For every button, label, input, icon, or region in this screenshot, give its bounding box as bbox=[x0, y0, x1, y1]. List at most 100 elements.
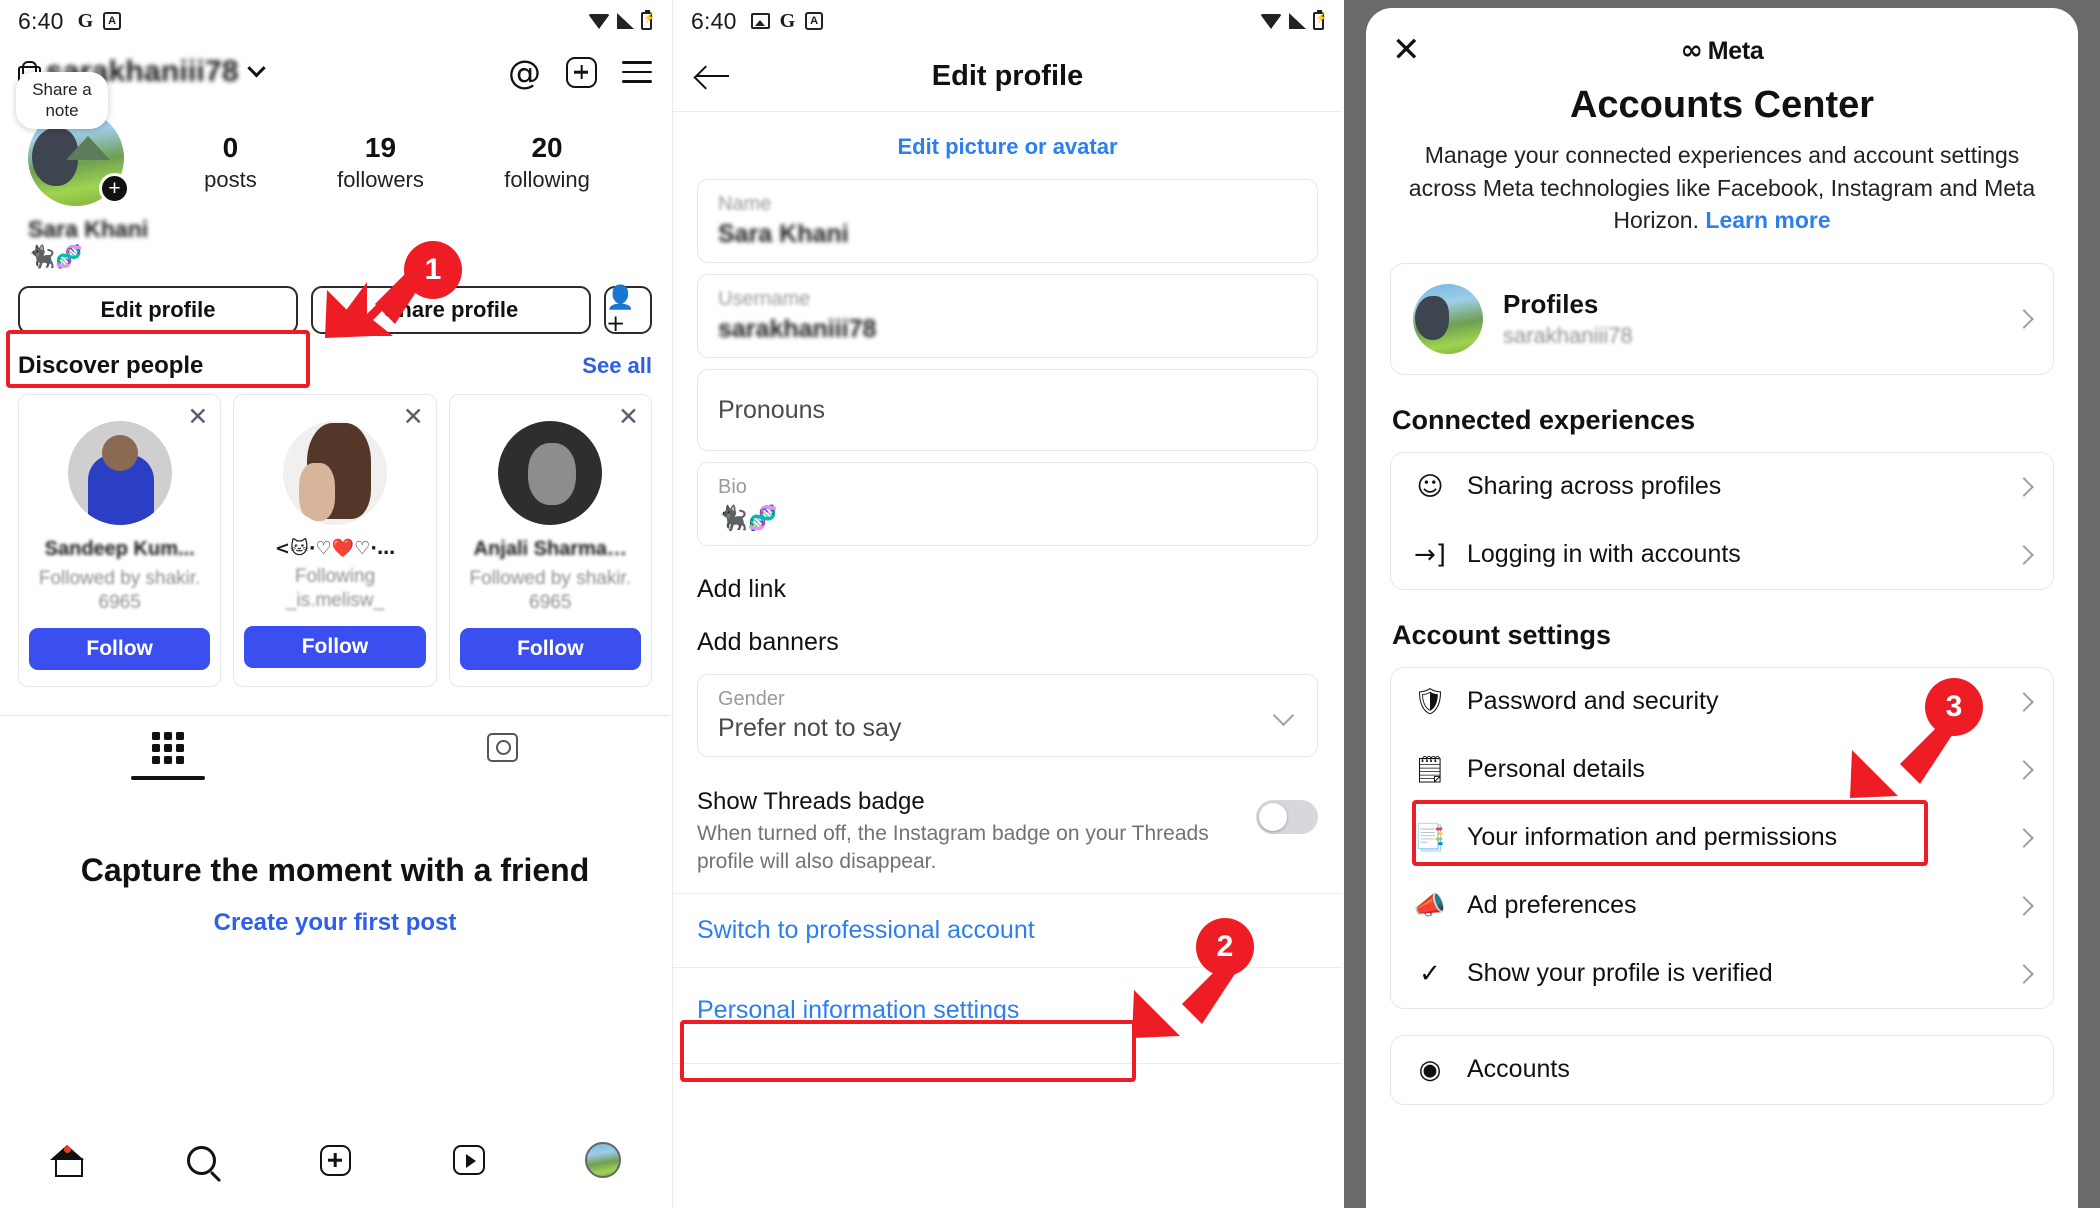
profile-stats: 0 posts 19 followers 20 following bbox=[128, 110, 652, 193]
profiles-card[interactable]: Profiles sarakhaniii78 bbox=[1390, 262, 2054, 375]
suggestion-name: <🐱·♡❤️♡·… bbox=[274, 538, 396, 559]
follow-button[interactable]: Follow bbox=[29, 627, 211, 670]
edit-profile-button[interactable]: Edit profile bbox=[18, 286, 298, 334]
empty-state: Capture the moment with a friend Create … bbox=[0, 780, 670, 937]
profile-avatar bbox=[585, 1142, 621, 1178]
add-banners-row[interactable]: Add banners bbox=[673, 610, 1342, 663]
list-item-ad-preferences[interactable]: 📣 Ad preferences bbox=[1391, 872, 2053, 940]
posts-label: posts bbox=[204, 167, 257, 192]
signal-icon bbox=[1289, 13, 1306, 29]
wifi-icon bbox=[1260, 13, 1282, 29]
add-story-icon[interactable]: + bbox=[99, 173, 130, 204]
chevron-down-icon[interactable] bbox=[1272, 704, 1295, 727]
list-item-label: Sharing across profiles bbox=[1467, 472, 1722, 501]
gender-field[interactable]: Gender Prefer not to say bbox=[697, 674, 1318, 757]
share-note-bubble[interactable]: Share a note bbox=[16, 72, 108, 130]
list-item-sharing-across-profiles[interactable]: ☺ Sharing across profiles bbox=[1391, 453, 2053, 521]
bio-field[interactable]: Bio 🐈‍⬛🧬 bbox=[697, 462, 1318, 546]
nav-reels[interactable] bbox=[402, 1145, 536, 1175]
instagram-profile-screen: 6:40 G A sarakhaniii78 @ bbox=[0, 0, 670, 1208]
document-lock-icon: 📑 bbox=[1413, 822, 1447, 853]
stat-following[interactable]: 20 following bbox=[504, 132, 590, 193]
learn-more-link[interactable]: Learn more bbox=[1705, 207, 1830, 233]
nav-profile[interactable] bbox=[536, 1142, 670, 1178]
verified-check-icon: ✓ bbox=[1419, 958, 1441, 989]
suggestion-subtitle: Followed by shakir. 6965 bbox=[38, 568, 201, 613]
list-item-show-your-profile-is-verified[interactable]: ✓ Show your profile is verified bbox=[1391, 940, 2053, 1008]
person-share-icon: ☺ bbox=[1416, 471, 1444, 502]
profiles-row[interactable]: Profiles sarakhaniii78 bbox=[1391, 264, 2053, 374]
nav-create[interactable] bbox=[268, 1144, 402, 1176]
grid-icon bbox=[151, 731, 184, 764]
meta-infinity-icon: ∞ bbox=[1680, 34, 1704, 66]
person-add-icon: 👤+ bbox=[606, 284, 635, 337]
toggle-knob bbox=[1259, 803, 1287, 831]
threads-badge-toggle[interactable] bbox=[1256, 800, 1318, 834]
close-icon[interactable]: ✕ bbox=[187, 405, 208, 430]
connected-experiences-list: ☺ Sharing across profiles →] Logging in … bbox=[1390, 451, 2054, 590]
page-title: Accounts Center bbox=[1569, 84, 1875, 126]
list-item[interactable]: ✕ Sandeep Kum... Followed by shakir. 696… bbox=[18, 394, 222, 687]
google-icon: G bbox=[779, 9, 796, 32]
tab-grid[interactable] bbox=[0, 716, 335, 780]
username-field[interactable]: Username sarakhaniii78 bbox=[697, 274, 1318, 358]
create-icon[interactable] bbox=[566, 56, 597, 88]
meta-brand: ∞ Meta bbox=[1366, 35, 2078, 66]
edit-picture-link[interactable]: Edit picture or avatar bbox=[673, 112, 1342, 168]
nav-search[interactable] bbox=[134, 1145, 268, 1175]
connected-experiences-heading: Connected experiences bbox=[1392, 404, 1696, 435]
threads-badge-row[interactable]: Show Threads badge When turned off, the … bbox=[673, 768, 1342, 893]
discover-see-all-link[interactable]: See all bbox=[582, 353, 652, 379]
google-icon: G bbox=[77, 9, 94, 32]
name-field[interactable]: Name Sara Khani bbox=[697, 179, 1318, 263]
signal-icon bbox=[617, 13, 634, 29]
list-item[interactable]: ✕ Anjali Sharma… Followed by shakir. 696… bbox=[448, 394, 652, 687]
avatar-wrapper: Share a note + bbox=[16, 72, 130, 206]
chevron-down-icon[interactable] bbox=[247, 58, 266, 77]
chevron-right-icon bbox=[2014, 896, 2034, 916]
close-icon[interactable]: ✕ bbox=[403, 405, 424, 430]
chevron-right-icon bbox=[2014, 692, 2034, 712]
edit-profile-header: Edit profile bbox=[673, 42, 1342, 112]
status-left-icons: G A bbox=[750, 9, 824, 33]
megaphone-icon: 📣 bbox=[1413, 890, 1447, 921]
step-badge-2: 2 bbox=[1196, 918, 1254, 976]
followers-count: 19 bbox=[364, 132, 397, 163]
create-first-post-link[interactable]: Create your first post bbox=[0, 909, 670, 937]
discover-people-title: Discover people bbox=[18, 352, 204, 379]
menu-icon[interactable] bbox=[622, 60, 652, 84]
discover-people-cards: ✕ Sandeep Kum... Followed by shakir. 696… bbox=[0, 380, 670, 687]
list-item[interactable]: ✕ <🐱·♡❤️♡·… Following _is.melisw_ Follow bbox=[233, 394, 437, 687]
sheet-header: ✕ ∞ Meta bbox=[1366, 8, 2078, 70]
threads-icon[interactable]: @ bbox=[508, 56, 541, 89]
bio-field-label: Bio bbox=[718, 476, 747, 498]
follow-button[interactable]: Follow bbox=[244, 625, 426, 668]
add-link-row[interactable]: Add link bbox=[673, 557, 1342, 610]
nav-home[interactable] bbox=[0, 1145, 134, 1177]
close-icon[interactable]: ✕ bbox=[618, 405, 639, 430]
following-count: 20 bbox=[531, 132, 563, 163]
profile-display-name: Sara Khani bbox=[28, 216, 149, 242]
avatar bbox=[498, 421, 603, 525]
battery-icon bbox=[641, 10, 655, 30]
stat-posts[interactable]: 0 posts bbox=[204, 132, 257, 193]
list-item-logging-in-with-accounts[interactable]: →] Logging in with accounts bbox=[1391, 521, 2053, 589]
list-item-accounts[interactable]: ◉ Accounts bbox=[1391, 1036, 2053, 1104]
tab-tagged[interactable] bbox=[335, 716, 670, 780]
suggestion-name: Sandeep Kum... bbox=[44, 538, 195, 560]
list-item-your-information-and-permissions[interactable]: 📑 Your information and permissions bbox=[1391, 804, 2053, 872]
profiles-label: Profiles bbox=[1503, 288, 1599, 319]
username-field-value: sarakhaniii78 bbox=[718, 315, 877, 343]
chevron-right-icon bbox=[2014, 545, 2034, 565]
add-person-button[interactable]: 👤+ bbox=[604, 284, 652, 337]
status-right-icons bbox=[1260, 10, 1327, 30]
pronouns-field[interactable]: Pronouns bbox=[697, 369, 1318, 451]
notification-dot bbox=[64, 1146, 71, 1153]
chevron-right-icon bbox=[2014, 309, 2034, 329]
reels-icon bbox=[453, 1145, 485, 1175]
back-arrow-icon[interactable] bbox=[697, 64, 731, 90]
profile-tabs bbox=[0, 714, 670, 780]
follow-button[interactable]: Follow bbox=[459, 627, 641, 670]
stat-followers[interactable]: 19 followers bbox=[337, 132, 424, 193]
status-time: 6:40 bbox=[18, 7, 64, 34]
